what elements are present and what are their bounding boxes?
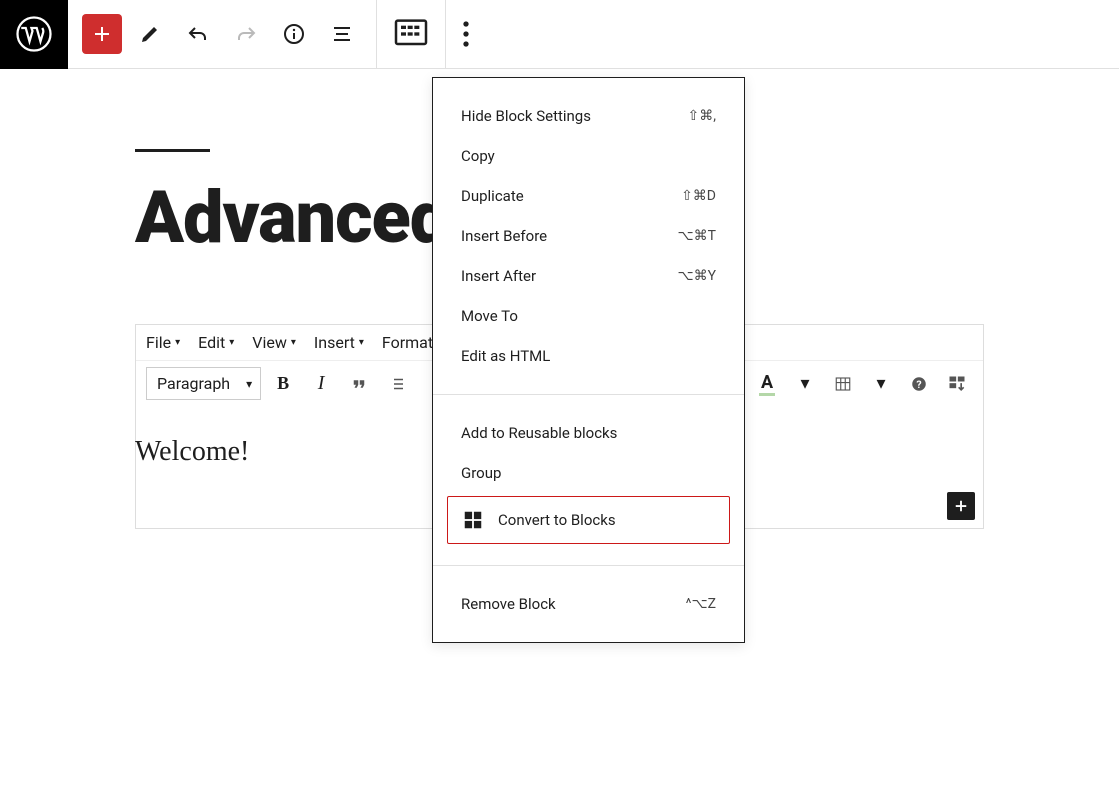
menu-remove-block[interactable]: Remove Block ^⌥Z bbox=[433, 584, 744, 624]
redo-icon bbox=[234, 22, 258, 46]
wordpress-icon bbox=[16, 16, 52, 52]
top-toolbar bbox=[0, 0, 1119, 69]
classic-icon bbox=[391, 14, 431, 54]
block-more-options-button[interactable] bbox=[446, 14, 486, 54]
insert-block-button[interactable] bbox=[947, 492, 975, 520]
menu-insert[interactable]: Insert ▾ bbox=[314, 333, 364, 352]
menu-file-label: File bbox=[146, 333, 171, 352]
wordpress-logo[interactable] bbox=[0, 0, 68, 69]
blocks-icon bbox=[462, 509, 484, 531]
bold-button[interactable]: B bbox=[267, 368, 299, 400]
pencil-icon bbox=[138, 22, 162, 46]
menu-file[interactable]: File ▾ bbox=[146, 333, 180, 352]
format-select-label: Paragraph bbox=[157, 374, 230, 393]
menu-add-reusable[interactable]: Add to Reusable blocks bbox=[433, 413, 744, 453]
toolbar-block-group bbox=[377, 0, 445, 68]
menu-label: Duplicate bbox=[461, 187, 524, 205]
info-icon bbox=[282, 22, 306, 46]
redo-button[interactable] bbox=[226, 14, 266, 54]
menu-view[interactable]: View ▾ bbox=[252, 333, 296, 352]
table-icon bbox=[834, 375, 852, 393]
menu-shortcut: ⌥⌘Y bbox=[677, 268, 716, 284]
menu-edit[interactable]: Edit ▾ bbox=[198, 333, 234, 352]
outline-icon bbox=[330, 22, 354, 46]
menu-insert-after[interactable]: Insert After ⌥⌘Y bbox=[433, 256, 744, 296]
text-color-dropdown[interactable]: ▾ bbox=[789, 368, 821, 400]
toggle-toolbar-icon bbox=[947, 374, 967, 394]
plus-icon bbox=[90, 22, 114, 46]
chevron-down-icon: ▾ bbox=[175, 337, 180, 348]
menu-format-label: Format bbox=[382, 333, 433, 352]
menu-label: Insert Before bbox=[461, 227, 547, 245]
list-button[interactable] bbox=[381, 368, 413, 400]
menu-shortcut: ^⌥Z bbox=[686, 596, 716, 612]
info-button[interactable] bbox=[274, 14, 314, 54]
help-icon: ? bbox=[910, 375, 928, 393]
quote-icon bbox=[350, 375, 368, 393]
menu-label: Hide Block Settings bbox=[461, 107, 591, 125]
menu-label: Convert to Blocks bbox=[498, 511, 616, 529]
menu-label: Add to Reusable blocks bbox=[461, 424, 617, 442]
plus-icon bbox=[952, 497, 970, 515]
more-vertical-icon bbox=[446, 14, 486, 54]
svg-text:?: ? bbox=[916, 377, 921, 390]
menu-format[interactable]: Format bbox=[382, 333, 433, 352]
chevron-down-icon: ▾ bbox=[291, 337, 296, 348]
quote-button[interactable] bbox=[343, 368, 375, 400]
menu-insert-before[interactable]: Insert Before ⌥⌘T bbox=[433, 216, 744, 256]
chevron-down-icon: ▾ bbox=[229, 337, 234, 348]
menu-label: Insert After bbox=[461, 267, 536, 285]
menu-label: Edit as HTML bbox=[461, 347, 550, 365]
list-icon bbox=[388, 375, 406, 393]
add-block-button[interactable] bbox=[82, 14, 122, 54]
title-separator bbox=[135, 149, 210, 152]
menu-edit-as-html[interactable]: Edit as HTML bbox=[433, 336, 744, 376]
menu-hide-block-settings[interactable]: Hide Block Settings ⇧⌘, bbox=[433, 96, 744, 136]
help-button[interactable]: ? bbox=[903, 368, 935, 400]
italic-button[interactable]: I bbox=[305, 368, 337, 400]
menu-convert-to-blocks[interactable]: Convert to Blocks bbox=[447, 496, 730, 544]
toolbar-primary-group bbox=[68, 0, 376, 68]
format-select[interactable]: Paragraph bbox=[146, 367, 261, 400]
classic-block-button[interactable] bbox=[391, 14, 431, 54]
menu-shortcut: ⇧⌘, bbox=[688, 108, 717, 124]
outline-button[interactable] bbox=[322, 14, 362, 54]
undo-button[interactable] bbox=[178, 14, 218, 54]
menu-label: Move To bbox=[461, 307, 518, 325]
chevron-down-icon: ▾ bbox=[359, 337, 364, 348]
menu-label: Group bbox=[461, 464, 501, 482]
menu-copy[interactable]: Copy bbox=[433, 136, 744, 176]
block-options-menu: Hide Block Settings ⇧⌘, Copy Duplicate ⇧… bbox=[432, 77, 745, 643]
table-dropdown[interactable]: ▾ bbox=[865, 368, 897, 400]
menu-shortcut: ⇧⌘D bbox=[681, 188, 716, 204]
kitchen-sink-button[interactable] bbox=[941, 368, 973, 400]
menu-move-to[interactable]: Move To bbox=[433, 296, 744, 336]
menu-label: Copy bbox=[461, 147, 495, 165]
table-button[interactable] bbox=[827, 368, 859, 400]
menu-label: Remove Block bbox=[461, 595, 556, 613]
menu-view-label: View bbox=[252, 333, 287, 352]
menu-shortcut: ⌥⌘T bbox=[678, 228, 717, 244]
menu-insert-label: Insert bbox=[314, 333, 355, 352]
text-color-button[interactable]: A bbox=[751, 368, 783, 400]
undo-icon bbox=[186, 22, 210, 46]
menu-edit-label: Edit bbox=[198, 333, 225, 352]
menu-group[interactable]: Group bbox=[433, 453, 744, 493]
edit-mode-button[interactable] bbox=[130, 14, 170, 54]
menu-duplicate[interactable]: Duplicate ⇧⌘D bbox=[433, 176, 744, 216]
